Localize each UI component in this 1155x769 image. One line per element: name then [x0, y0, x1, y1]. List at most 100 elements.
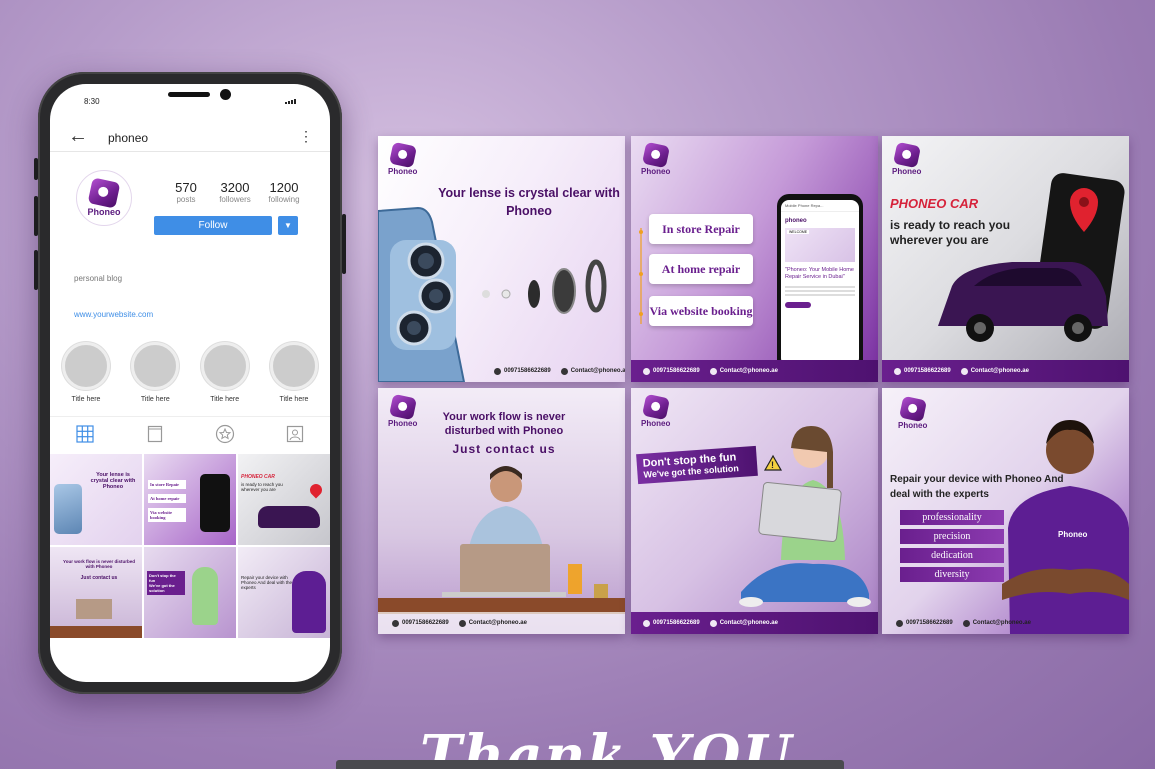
girl-tablet-illustration: ! — [739, 426, 871, 607]
man-image — [292, 571, 326, 633]
email-address: Contact@phoneo.ae — [970, 368, 1029, 374]
thumb-caption: Just contact us — [80, 575, 118, 581]
phone-image — [200, 474, 230, 532]
email-icon — [962, 619, 970, 627]
post-experts: Phoneo Repair your device with Phoneo An… — [882, 388, 1129, 634]
email-contact: Contact@phoneo.ae — [709, 367, 778, 375]
tagged-icon[interactable] — [285, 425, 305, 443]
site-logo: phoneo — [785, 218, 807, 224]
email-icon — [560, 367, 568, 375]
phone-side-button — [342, 214, 346, 274]
phone-icon — [896, 619, 903, 627]
stat-number: 3200 — [220, 180, 250, 195]
more-options-icon[interactable]: ⋮ — [299, 128, 313, 145]
man-illustration — [1002, 420, 1129, 634]
thumb-caption: Via website booking — [148, 508, 186, 522]
stat-number: 1200 — [269, 180, 299, 195]
stat-number: 570 — [175, 180, 197, 195]
highlight-item[interactable]: Title here — [60, 342, 112, 403]
post-grid: Your lense is crystal clear with Phoneo … — [50, 454, 330, 638]
profile-website-link[interactable]: www.yourwebsite.com — [74, 310, 153, 319]
thumb-caption: In store Repair — [148, 480, 186, 489]
grid-thumb[interactable]: In store Repair At home repair Via websi… — [144, 454, 236, 545]
thumb-caption: At home repair — [148, 494, 186, 503]
grid-thumb[interactable]: Repair your device with Phoneo And deal … — [238, 547, 330, 638]
phone-contact: 00971586622689 — [896, 619, 953, 627]
email-contact: Contact@phoneo.ae — [709, 619, 778, 627]
contact-footer: 00971586622689 Contact@phoneo.ae — [378, 612, 625, 634]
location-pin-icon — [307, 481, 325, 499]
grid-thumb[interactable]: Don't stop the fun We've got the solutio… — [144, 547, 236, 638]
stat-label: followers — [219, 195, 251, 204]
contact-footer: 00971586622689 Contact@phoneo.ae — [631, 360, 878, 382]
thumb-caption-list: In store Repair At home repair Via websi… — [148, 480, 186, 522]
post-services: Phoneo In store Repair At home repair Vi… — [631, 136, 878, 382]
iphone-lens-illustration — [378, 206, 607, 382]
service-label: At home repair — [649, 254, 753, 284]
follow-button[interactable]: Follow — [154, 216, 272, 235]
email-contact: Contact@phoneo.ae — [560, 367, 625, 375]
email-address: Contact@phoneo.ae — [468, 620, 527, 626]
follow-dropdown-button[interactable]: ▼ — [278, 216, 298, 235]
stat-followers[interactable]: 3200 followers — [211, 180, 259, 204]
phone-contact: 00971586622689 — [643, 619, 700, 627]
phone-number: 00971586622689 — [653, 620, 700, 626]
highlight-item[interactable]: Title here — [199, 342, 251, 403]
phone-camera-image — [54, 484, 82, 534]
star-icon[interactable] — [215, 424, 235, 443]
profile-stats: 570 posts 3200 followers 1200 following — [162, 180, 308, 204]
laptop-image — [76, 599, 112, 619]
phone-number: 00971586622689 — [653, 368, 700, 374]
car-illustration — [938, 173, 1125, 342]
email-icon — [709, 367, 717, 375]
grid-icon[interactable] — [75, 424, 95, 443]
phone-contact: 00971586622689 — [643, 367, 700, 375]
car-image — [258, 506, 320, 528]
chevron-down-icon: ▼ — [284, 221, 292, 230]
stat-label: posts — [176, 195, 196, 204]
status-time: 8:30 — [84, 97, 100, 106]
status-bar: 8:30 — [72, 97, 308, 111]
email-contact: Contact@phoneo.ae — [960, 367, 1029, 375]
grid-thumb[interactable]: PHONEO CAR is ready to reach you whereve… — [238, 454, 330, 545]
thumb-caption-block: Don't stop the fun We've got the solutio… — [147, 571, 185, 595]
site-cta-button — [785, 302, 811, 308]
grid-thumb[interactable]: Your lense is crystal clear with Phoneo — [50, 454, 142, 545]
email-icon — [458, 619, 466, 627]
shirt-logo-text: Phoneo — [1058, 530, 1088, 539]
feed-icon[interactable] — [145, 425, 165, 443]
stat-following[interactable]: 1200 following — [260, 180, 308, 204]
email-address: Contact@phoneo.ae — [972, 620, 1031, 626]
post-lens: Phoneo Your lense is crystal clear with … — [378, 136, 625, 382]
highlight-title: Title here — [71, 396, 101, 403]
highlight-circle — [269, 342, 318, 390]
highlight-title: Title here — [210, 396, 240, 403]
stat-label: following — [268, 195, 300, 204]
contact-footer: 00971586622689 Contact@phoneo.ae — [378, 360, 625, 382]
phone-number: 00971586622689 — [402, 620, 449, 626]
avatar[interactable]: Phoneo — [76, 170, 132, 226]
phone-contact: 00971586622689 — [894, 367, 951, 375]
thumb-caption: PHONEO CAR — [241, 474, 275, 480]
email-address: Contact@phoneo.ae — [719, 368, 778, 374]
service-label: In store Repair — [649, 214, 753, 244]
stat-posts[interactable]: 570 posts — [162, 180, 210, 204]
thumb-caption: Your work flow is never disturbed with P… — [63, 559, 135, 569]
website-screen: Mobile Phone Repa... phoneo WELCOME "Pho… — [781, 200, 859, 366]
highlight-item[interactable]: Title here — [129, 342, 181, 403]
highlight-title: Title here — [279, 396, 309, 403]
profile-bio: personal blog — [74, 274, 123, 283]
grid-thumb[interactable]: Your work flow is never disturbed with P… — [50, 547, 142, 638]
email-contact: Contact@phoneo.ae — [962, 619, 1031, 627]
profile-tabs — [50, 416, 330, 450]
smartphone-image: Mobile Phone Repa... phoneo WELCOME "Pho… — [777, 194, 863, 372]
back-arrow-icon[interactable]: ← — [68, 126, 88, 146]
thumb-caption: is ready to reach you wherever you are — [241, 482, 283, 492]
phone-icon — [894, 367, 901, 375]
profile-header: ← phoneo ⋮ — [50, 122, 330, 152]
phone-screen: 8:30 ← phoneo ⋮ Phoneo 570 posts 3200 foll… — [50, 84, 330, 682]
highlight-circle — [131, 342, 180, 390]
post-fun: Phoneo Don't stop the fun We've got the … — [631, 388, 878, 634]
highlight-item[interactable]: Title here — [268, 342, 320, 403]
phone-number: 00971586622689 — [906, 620, 953, 626]
